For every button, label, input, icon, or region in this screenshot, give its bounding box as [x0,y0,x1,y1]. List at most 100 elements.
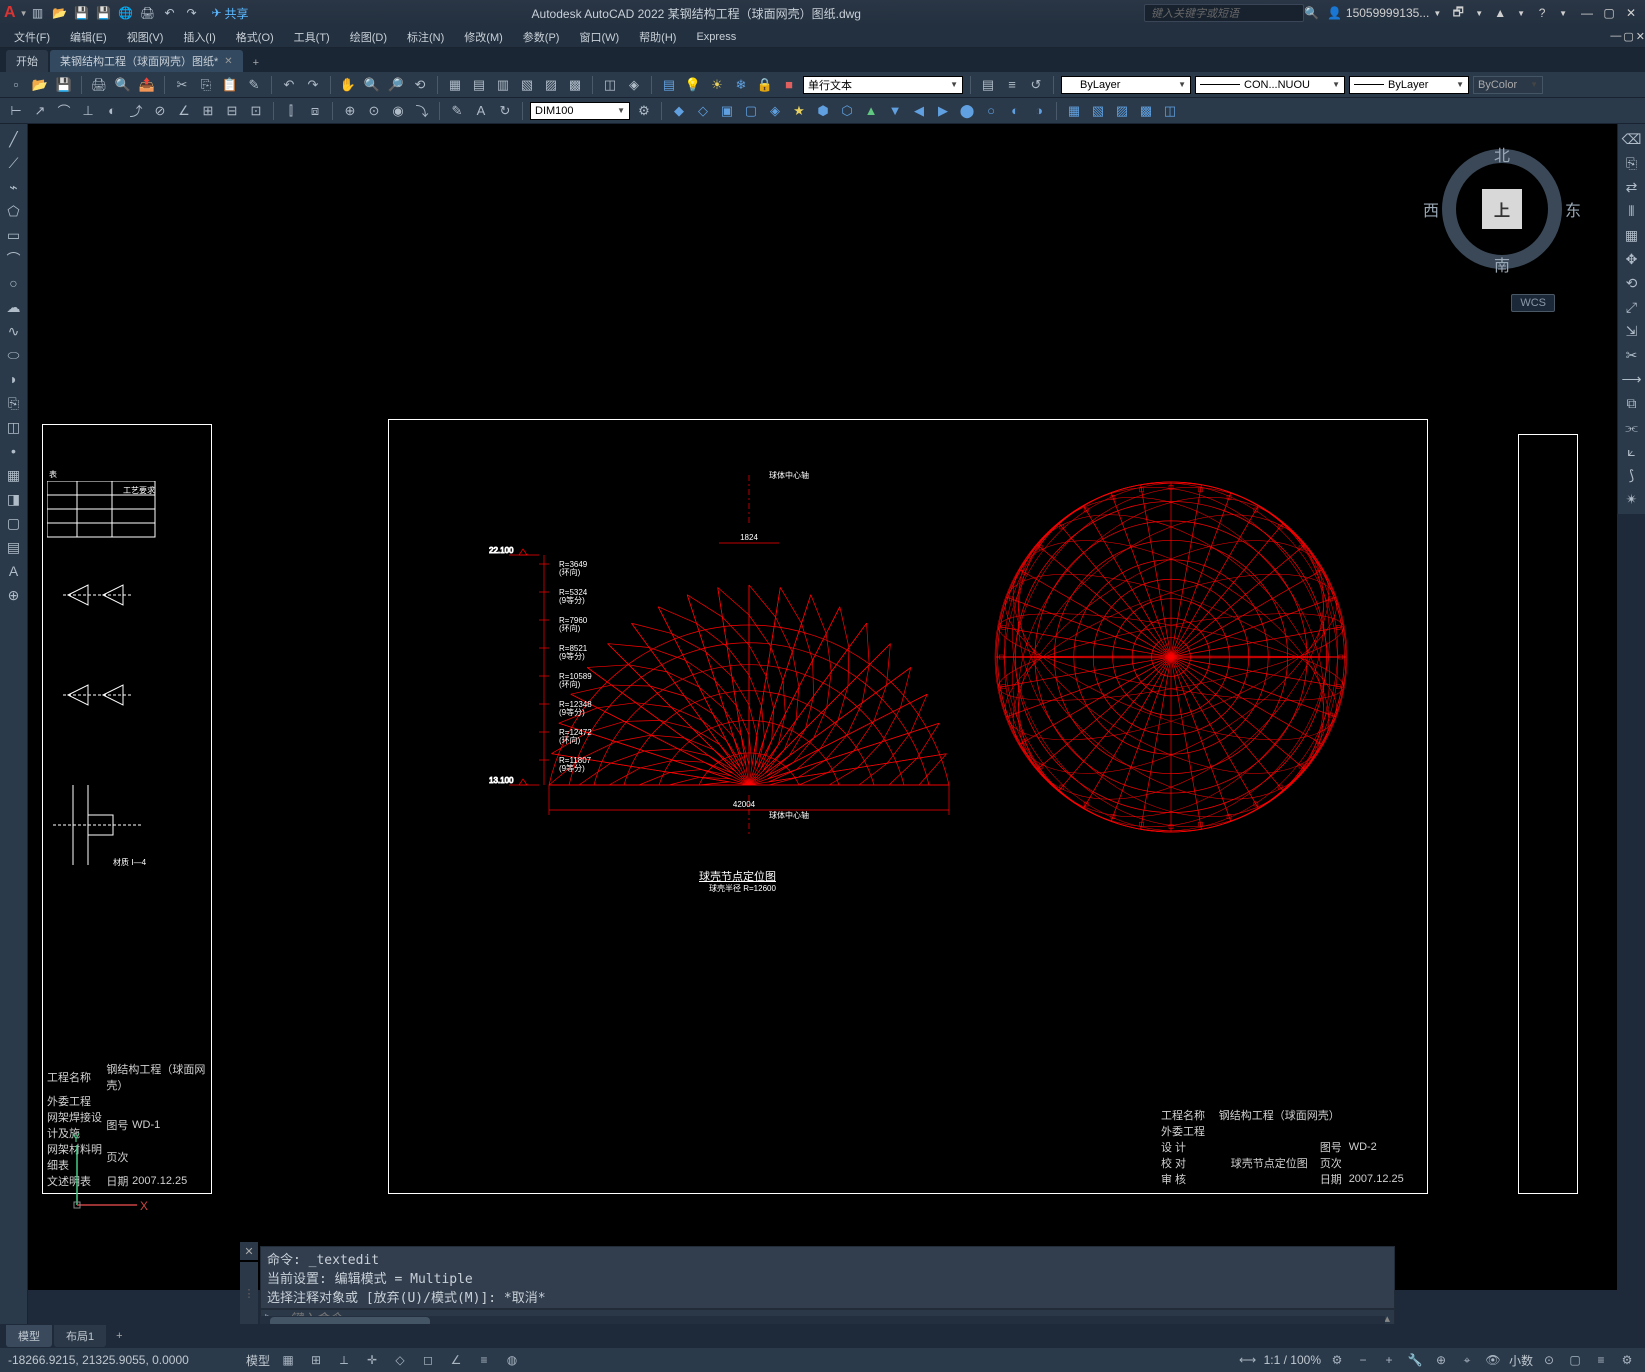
minimize-button[interactable]: — [1577,5,1597,21]
redo-icon[interactable]: ↷ [181,3,201,23]
tab-active-doc[interactable]: 某钢结构工程（球面网壳）图纸* ✕ [50,50,243,72]
layer-match-icon[interactable]: ≡ [1002,75,1022,95]
web-icon[interactable]: 🌐 [115,3,135,23]
tab-start[interactable]: 开始 [6,50,48,72]
tab-add-button[interactable]: + [245,54,267,72]
pan-icon[interactable]: ✋ [338,75,358,95]
saveas-icon[interactable]: 💾 [93,3,113,23]
et11-icon[interactable]: ◀ [909,101,929,121]
dimstyle-mgr-icon[interactable]: ⚙ [634,101,654,121]
block-icon[interactable]: ◫ [600,75,620,95]
dim-dia-icon[interactable]: ⊘ [150,101,170,121]
viewcube-ring[interactable] [1442,149,1562,269]
dim-base-icon[interactable]: ⊟ [222,101,242,121]
zoom-plus-icon[interactable]: + [1379,1350,1399,1370]
undo-icon[interactable]: ↶ [159,3,179,23]
offset-icon[interactable]: ⫴ [1621,200,1643,222]
center-icon[interactable]: ⊙ [364,101,384,121]
menu-modify[interactable]: 修改(M) [456,27,511,47]
menu-param[interactable]: 参数(P) [515,27,568,47]
paste-icon[interactable]: 📋 [220,75,240,95]
dimted-icon[interactable]: A [471,101,491,121]
sun-icon[interactable]: ☀ [707,75,727,95]
tab-model[interactable]: 模型 [6,1325,52,1347]
insp-icon[interactable]: ◉ [388,101,408,121]
mtext-icon[interactable]: A [3,560,25,582]
box-icon[interactable]: ▢ [1565,1350,1585,1370]
viewcube-south[interactable]: 南 [1494,252,1510,276]
layer-mgr-icon[interactable]: ▤ [659,75,679,95]
tab-add-layout[interactable]: + [108,1327,130,1345]
et8-icon[interactable]: ⬡ [837,101,857,121]
ssm-icon[interactable]: ▧ [517,75,537,95]
trim-icon[interactable]: ✂ [1621,344,1643,366]
break-icon[interactable]: ⧉ [1621,392,1643,414]
gear-icon[interactable]: ⚙ [1327,1350,1347,1370]
wcs-label[interactable]: WCS [1511,294,1555,312]
dim-arc-icon[interactable]: ⌒ [54,101,74,121]
new-icon[interactable]: ▥ [27,3,47,23]
preview-icon[interactable]: 🔍 [113,75,133,95]
wrench-icon[interactable]: 🔧 [1405,1350,1425,1370]
zoom2-icon[interactable]: 🔎 [386,75,406,95]
command-history[interactable]: 命令: _textedit 当前设置: 编辑模式 = Multiple 选择注释… [260,1246,1395,1309]
cmdline-handle[interactable]: ⋮ [240,1262,258,1324]
scale-label[interactable]: 1:1 / 100% [1264,1353,1321,1367]
doc-min-button[interactable]: — [1610,30,1621,43]
region-icon[interactable]: ▢ [3,512,25,534]
menu-draw[interactable]: 绘图(D) [342,27,395,47]
anno3-icon[interactable]: 👁 [1483,1350,1503,1370]
dim-align-icon[interactable]: ↗ [30,101,50,121]
qc-icon[interactable]: ▩ [565,75,585,95]
anno-icon[interactable]: ⊕ [1431,1350,1451,1370]
rect-icon[interactable]: ▭ [3,224,25,246]
menu-format[interactable]: 格式(O) [228,27,282,47]
drawing-canvas[interactable]: 北 南 东 西 上 WCS 表 工艺要求 材 [28,124,1617,1290]
plotstyle-combo[interactable]: ByColor▼ [1473,76,1543,94]
doc-close-button[interactable]: ✕ [1636,30,1645,43]
viewcube-west[interactable]: 西 [1423,197,1439,221]
et7-icon[interactable]: ⬢ [813,101,833,121]
et21-icon[interactable]: ◫ [1160,101,1180,121]
et14-icon[interactable]: ○ [981,101,1001,121]
et3-icon[interactable]: ▣ [717,101,737,121]
help-icon[interactable]: ? [1533,4,1551,22]
table-icon[interactable]: ▤ [3,536,25,558]
tp-icon[interactable]: ▥ [493,75,513,95]
stretch-icon[interactable]: ⇲ [1621,320,1643,342]
view-cube[interactable]: 北 南 东 西 上 [1437,144,1567,274]
et18-icon[interactable]: ▧ [1088,101,1108,121]
cmdline-close-button[interactable]: ✕ [240,1242,258,1260]
close-button[interactable]: ✕ [1621,5,1641,21]
snap-icon[interactable]: ⊞ [306,1350,326,1370]
point-icon[interactable]: • [3,440,25,462]
target-icon[interactable]: ⊙ [1539,1350,1559,1370]
extend-icon[interactable]: ⟶ [1621,368,1643,390]
otrack-icon[interactable]: ∠ [446,1350,466,1370]
et9-icon[interactable]: ▲ [861,101,881,121]
open2-icon[interactable]: 📂 [30,75,50,95]
et1-icon[interactable]: ◆ [669,101,689,121]
share-button[interactable]: ✈ 共享 [211,5,248,22]
lock-icon[interactable]: 🔒 [755,75,775,95]
et15-icon[interactable]: ◐ [1005,101,1025,121]
publish-icon[interactable]: 📤 [137,75,157,95]
scale-icon[interactable]: ⤢ [1621,296,1643,318]
et6-icon[interactable]: ★ [789,101,809,121]
maximize-button[interactable]: ▢ [1599,5,1619,21]
line-icon[interactable]: ╱ [3,128,25,150]
ellipsearc-icon[interactable]: ◗ [3,368,25,390]
et16-icon[interactable]: ◑ [1029,101,1049,121]
iso-icon[interactable]: ◇ [390,1350,410,1370]
linetype-combo[interactable]: CON...NUOU▼ [1195,76,1345,94]
units-label[interactable]: 小数 [1509,1352,1533,1369]
osnap-icon[interactable]: ◻ [418,1350,438,1370]
menu-window[interactable]: 窗口(W) [571,27,627,47]
spline-icon[interactable]: ∿ [3,320,25,342]
layer-state-icon[interactable]: ▤ [978,75,998,95]
zoom-minus-icon[interactable]: − [1353,1350,1373,1370]
insert-icon[interactable]: ⎘ [3,392,25,414]
plot-icon[interactable]: 🖨 [137,3,157,23]
xline-icon[interactable]: ⟋ [3,152,25,174]
circle-icon[interactable]: ○ [3,272,25,294]
